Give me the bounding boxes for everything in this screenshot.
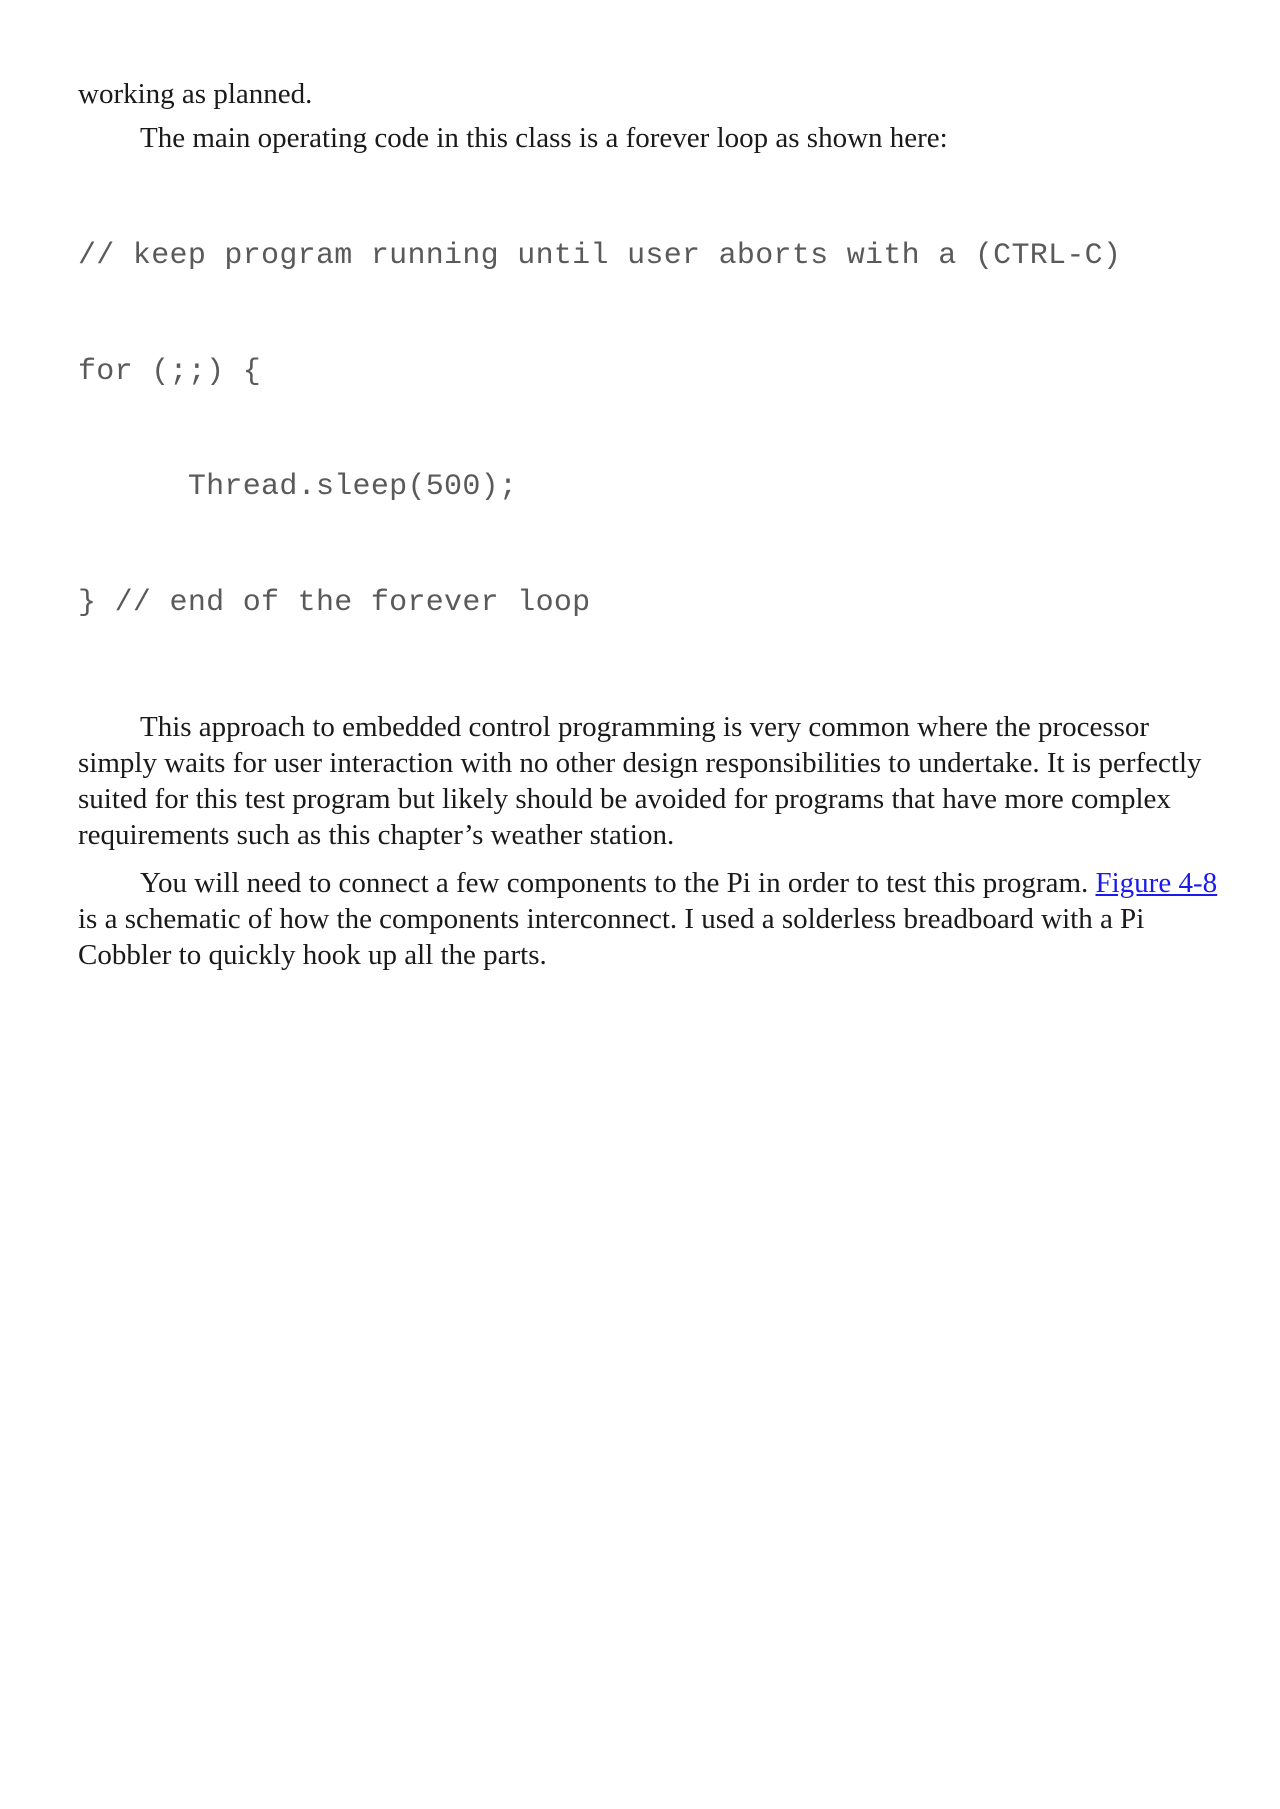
code-line: Thread.sleep(500); — [78, 470, 518, 504]
figure-4-8-link[interactable]: Figure 4-8 — [1096, 867, 1218, 899]
paragraph-connect-text: You will need to connect a few component… — [140, 867, 1089, 899]
paragraph-approach: This approach to embedded control progra… — [78, 711, 1202, 851]
code-line: // keep program running until user abort… — [78, 239, 1122, 273]
paragraph-continuation: working as planned. — [78, 78, 313, 110]
paragraph-connect-text-after: is a schematic of how the components int… — [78, 903, 1145, 971]
paragraph-intro: The main operating code in this class is… — [140, 122, 948, 154]
code-block: // keep program running until user abort… — [78, 160, 1218, 699]
document-page: working as planned. The main operating c… — [78, 76, 1218, 973]
paragraph-connect: You will need to connect a few component… — [78, 865, 1218, 973]
code-line: } // end of the forever loop — [78, 585, 591, 620]
code-line: for (;;) { — [78, 354, 262, 389]
